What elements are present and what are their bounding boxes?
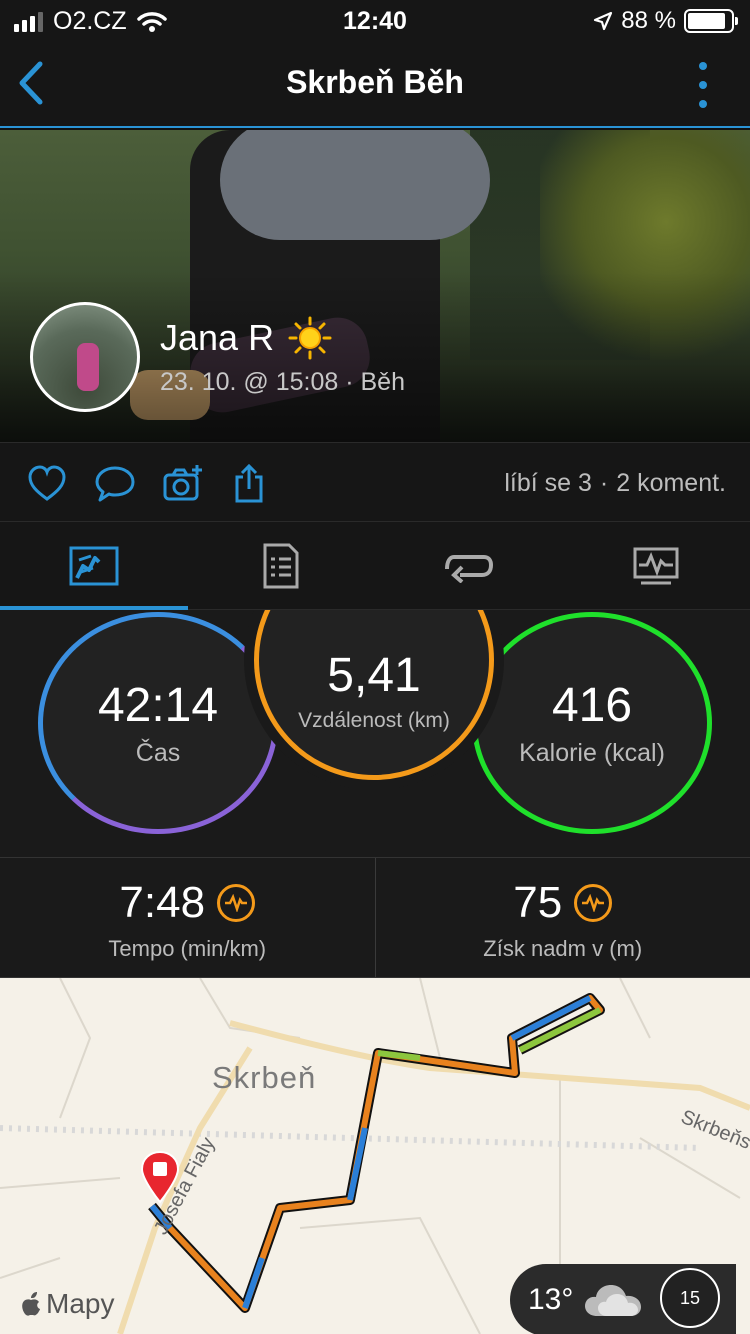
battery-icon <box>684 9 738 33</box>
status-bar: O2.CZ 12:40 88 % <box>0 0 750 40</box>
status-right: 88 % <box>593 7 738 35</box>
share-icon[interactable] <box>228 463 270 505</box>
elevation-label: Získ nadm v (m) <box>483 936 643 961</box>
social-counts[interactable]: líbí se 3 · 2 koment. <box>504 469 726 498</box>
calories-ring: 416 Kalorie (kcal) <box>472 612 712 834</box>
distance-ring: 5,41 Vzdálenost (km) <box>254 610 494 780</box>
summary-stats: 42:14 Čas 416 Kalorie (kcal) 5,41 Vzdále… <box>0 610 750 858</box>
calories-label: Kalorie (kcal) <box>519 739 665 767</box>
avatar[interactable] <box>30 302 140 412</box>
like-heart-icon[interactable] <box>26 463 68 505</box>
battery-percent: 88 % <box>621 7 676 34</box>
charts-icon <box>633 547 679 584</box>
add-photo-camera-icon[interactable] <box>162 463 204 505</box>
activity-tabs <box>0 522 750 610</box>
sun-icon <box>288 316 332 360</box>
pulse-icon <box>574 884 613 922</box>
tab-details[interactable] <box>188 522 376 609</box>
elevation-metric: 75 Získ nadm v (m) <box>374 858 750 977</box>
weather-temperature: 13° <box>528 1283 574 1316</box>
calories-value: 416 <box>551 679 633 732</box>
laps-loop-icon <box>444 554 493 583</box>
tab-charts[interactable] <box>563 522 750 609</box>
map-provider-logo: Mapy <box>20 1288 114 1320</box>
user-name-row[interactable]: Jana R <box>160 316 332 360</box>
apple-logo-icon <box>22 1292 40 1316</box>
tab-laps[interactable] <box>375 522 563 609</box>
activity-meta: 23. 10. @ 15:08 · Běh <box>160 368 405 396</box>
comments-count[interactable]: 2 koment. <box>616 469 726 498</box>
social-bar: líbí se 3 · 2 koment. <box>0 442 750 522</box>
map-town-label: Skrbeň <box>212 1060 317 1095</box>
pulse-icon <box>217 884 256 922</box>
time-value: 42:14 <box>97 679 219 732</box>
elevation-value: 75 <box>513 878 563 927</box>
likes-count[interactable]: líbí se 3 <box>504 469 592 498</box>
pace-metric: 7:48 Tempo (min/km) <box>0 858 375 977</box>
page-title: Skrbeň Běh <box>286 64 464 100</box>
time-label: Čas <box>135 739 181 767</box>
pace-label: Tempo (min/km) <box>108 936 267 961</box>
more-options-icon[interactable] <box>696 62 710 108</box>
time-ring: 42:14 Čas <box>38 612 278 834</box>
comment-bubble-icon[interactable] <box>94 463 136 505</box>
compass-button[interactable]: 15 <box>660 1268 720 1328</box>
route-map[interactable]: Skrbeň Skrbeňs Josefa Fialy Mapy 13° 15 <box>0 978 750 1334</box>
user-name[interactable]: Jana R <box>160 317 274 359</box>
location-arrow-icon <box>594 11 613 31</box>
pace-value: 7:48 <box>119 878 206 927</box>
summary-chart-icon <box>69 546 119 585</box>
nav-bar: Skrbeň Běh <box>0 40 750 128</box>
distance-value: 5,41 <box>327 648 421 702</box>
map-provider-name: Mapy <box>46 1288 115 1319</box>
details-list-icon <box>263 543 299 588</box>
tab-summary[interactable] <box>0 522 188 610</box>
distance-label: Vzdálenost (km) <box>298 708 450 732</box>
cloud-icon <box>585 1285 642 1316</box>
secondary-metrics: 7:48 Tempo (min/km) 75 Získ nadm v (m) <box>0 858 750 978</box>
counts-separator: · <box>599 469 609 497</box>
